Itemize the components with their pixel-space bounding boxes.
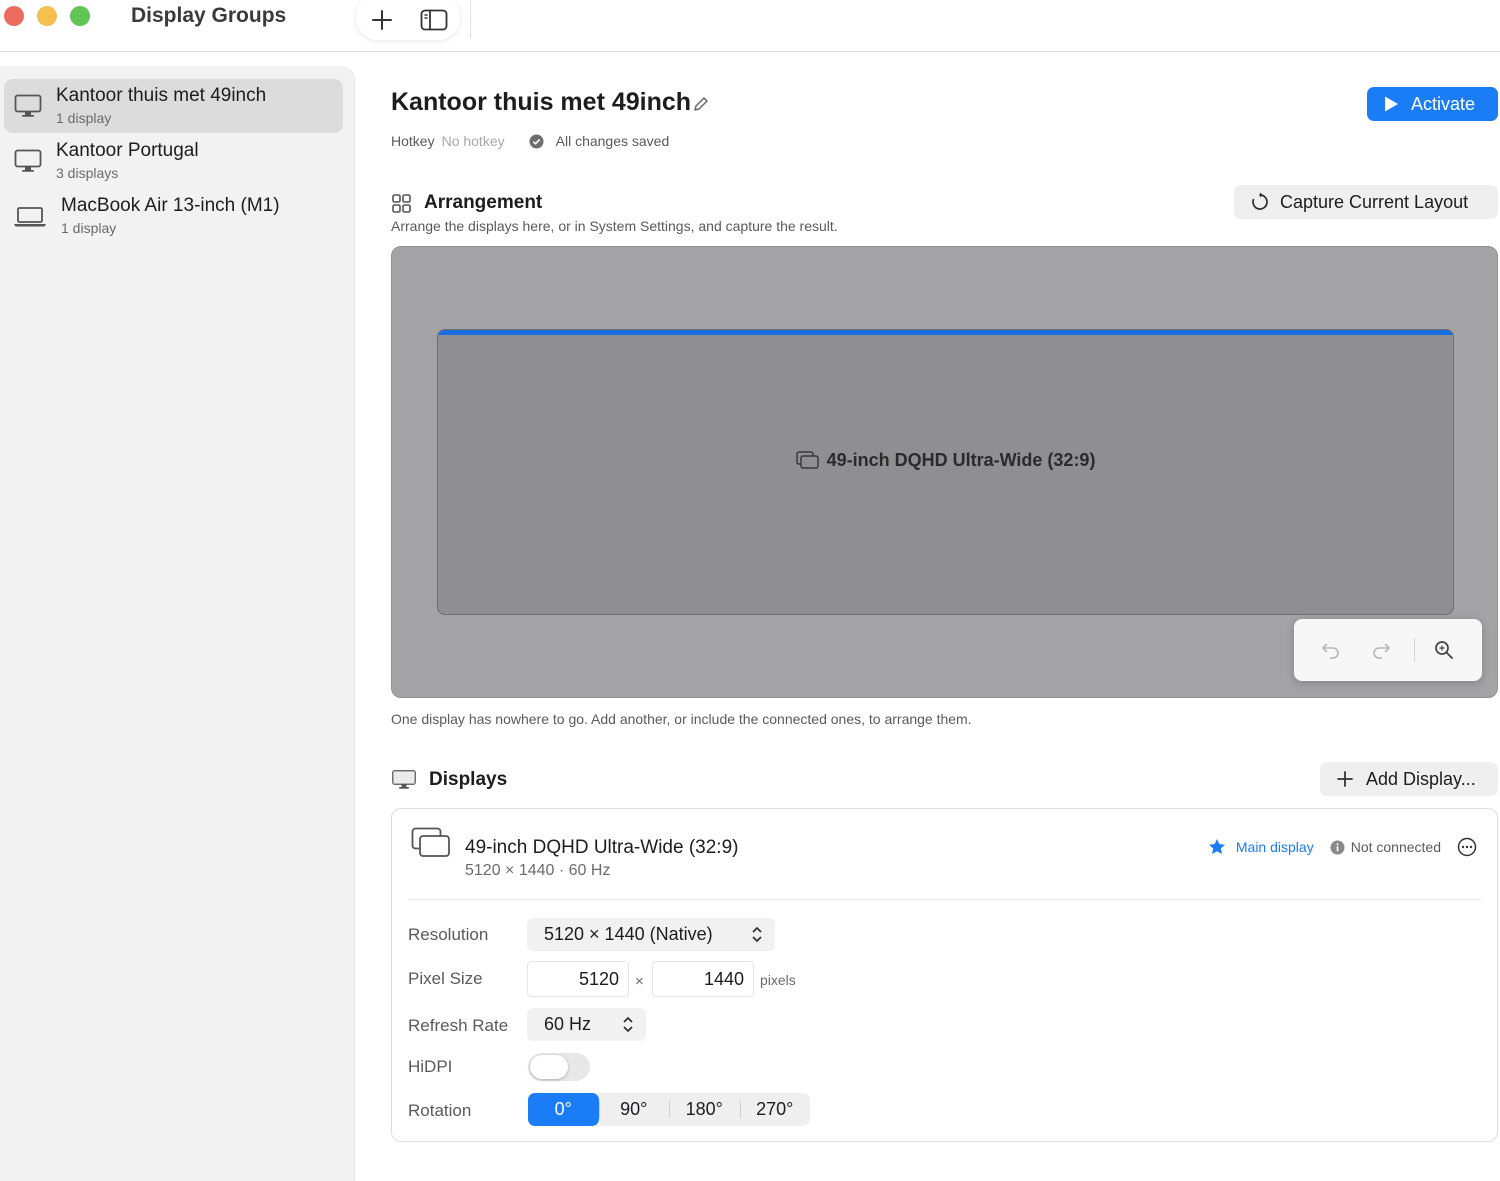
sidebar-item-subtitle: 1 display bbox=[61, 220, 117, 236]
ellipsis-circle-icon bbox=[1457, 837, 1477, 857]
toggle-knob bbox=[530, 1055, 568, 1079]
canvas-toolbar bbox=[1294, 619, 1482, 681]
hotkey-field[interactable]: No hotkey bbox=[442, 133, 505, 149]
titlebar-bottom-border bbox=[0, 51, 1500, 52]
capture-layout-label: Capture Current Layout bbox=[1280, 191, 1469, 212]
rotation-segmented-control: 0° 90° 180° 270° bbox=[528, 1093, 810, 1126]
hotkey-row: Hotkey No hotkey All changes saved bbox=[391, 133, 669, 149]
close-window-button[interactable] bbox=[4, 6, 24, 26]
times-symbol: × bbox=[635, 973, 644, 990]
zoom-window-button[interactable] bbox=[70, 6, 90, 26]
hidpi-toggle[interactable] bbox=[528, 1053, 590, 1081]
edit-name-button[interactable] bbox=[692, 95, 710, 118]
plus-icon bbox=[372, 10, 392, 30]
resolution-label: Resolution bbox=[408, 925, 489, 944]
toolbar-separator bbox=[1414, 638, 1415, 662]
pixel-height-input[interactable] bbox=[652, 961, 754, 997]
undo-icon bbox=[1322, 643, 1339, 659]
refresh-rate-label: Refresh Rate bbox=[408, 1016, 509, 1035]
display-tile-name: 49-inch DQHD Ultra-Wide (32:9) bbox=[826, 450, 1096, 470]
play-icon bbox=[1385, 96, 1398, 112]
sidebar-icon bbox=[420, 9, 448, 31]
plus-icon bbox=[1337, 771, 1353, 787]
sidebar-item-kantoor-portugal[interactable]: Kantoor Portugal 3 displays bbox=[4, 134, 343, 188]
main-display-label[interactable]: Main display bbox=[1236, 839, 1314, 855]
more-options-button[interactable] bbox=[1457, 837, 1477, 857]
zoom-fit-button[interactable] bbox=[1429, 635, 1459, 665]
rotation-option-180[interactable]: 180° bbox=[669, 1093, 740, 1126]
activate-label: Activate bbox=[1411, 93, 1476, 114]
desktop-monitor-icon bbox=[14, 94, 42, 117]
star-icon bbox=[1208, 839, 1225, 854]
sidebar-item-subtitle: 3 displays bbox=[56, 165, 119, 181]
chevron-up-down-icon bbox=[623, 1017, 633, 1032]
sidebar-item-macbook-air[interactable]: MacBook Air 13-inch (M1) 1 display bbox=[4, 189, 343, 243]
refresh-rate-value: 60 Hz bbox=[544, 1014, 592, 1034]
displays-title: Displays bbox=[429, 769, 508, 790]
sidebar: Kantoor thuis met 49inch 1 display Kanto… bbox=[0, 66, 355, 1181]
window-title: Display Groups bbox=[131, 4, 287, 27]
titlebar-toolbar bbox=[356, 0, 460, 40]
displays-icon bbox=[411, 827, 450, 857]
undo-button[interactable] bbox=[1316, 635, 1346, 665]
sidebar-item-name: MacBook Air 13-inch (M1) bbox=[61, 195, 280, 216]
checkmark-circle-icon bbox=[529, 134, 544, 149]
display-status: Main display Not connected bbox=[1208, 837, 1477, 857]
save-status: All changes saved bbox=[555, 133, 670, 149]
capture-layout-button[interactable]: Capture Current Layout bbox=[1234, 185, 1498, 219]
connection-status: Not connected bbox=[1350, 839, 1441, 855]
add-display-button[interactable]: Add Display... bbox=[1320, 762, 1498, 796]
display-name: 49-inch DQHD Ultra-Wide (32:9) bbox=[465, 837, 739, 858]
menubar-indicator bbox=[438, 330, 1453, 335]
minimize-window-button[interactable] bbox=[37, 6, 57, 26]
redo-icon bbox=[1373, 643, 1390, 659]
card-divider bbox=[408, 899, 1481, 900]
hotkey-label: Hotkey bbox=[391, 133, 435, 149]
activate-button[interactable]: Activate bbox=[1367, 87, 1498, 121]
grid-icon bbox=[392, 194, 411, 213]
rotation-option-270[interactable]: 270° bbox=[739, 1093, 811, 1126]
display-card: 49-inch DQHD Ultra-Wide (32:9) 5120 × 14… bbox=[391, 808, 1498, 1142]
sidebar-item-name: Kantoor thuis met 49inch bbox=[56, 85, 267, 106]
pixels-unit: pixels bbox=[760, 972, 796, 988]
sidebar-item-name: Kantoor Portugal bbox=[56, 140, 199, 161]
rotation-option-90[interactable]: 90° bbox=[598, 1093, 670, 1126]
sidebar-item-subtitle: 1 display bbox=[56, 110, 112, 126]
refresh-icon bbox=[1252, 192, 1268, 210]
add-display-label: Add Display... bbox=[1366, 768, 1476, 789]
resolution-value: 5120 × 1440 (Native) bbox=[544, 924, 713, 944]
window-controls bbox=[4, 6, 90, 26]
page-title: Kantoor thuis met 49inch bbox=[391, 88, 692, 116]
display-specs: 5120 × 1440 · 60 Hz bbox=[465, 862, 611, 879]
magnifier-icon bbox=[1435, 641, 1453, 659]
rotation-label: Rotation bbox=[408, 1101, 472, 1120]
pixel-size-label: Pixel Size bbox=[408, 969, 483, 988]
info-icon bbox=[1330, 840, 1345, 855]
refresh-rate-select[interactable]: 60 Hz bbox=[527, 1008, 646, 1041]
sidebar-item-kantoor-thuis[interactable]: Kantoor thuis met 49inch 1 display bbox=[4, 79, 343, 133]
toggle-sidebar-button[interactable] bbox=[416, 3, 452, 37]
chevron-up-down-icon bbox=[752, 927, 762, 942]
arrangement-title: Arrangement bbox=[424, 192, 543, 213]
arrangement-canvas[interactable]: 49-inch DQHD Ultra-Wide (32:9) bbox=[391, 246, 1498, 698]
resolution-select[interactable]: 5120 × 1440 (Native) bbox=[527, 918, 775, 951]
arrangement-description: Arrange the displays here, or in System … bbox=[391, 218, 838, 234]
hidpi-label: HiDPI bbox=[408, 1057, 453, 1076]
arrangement-note: One display has nowhere to go. Add anoth… bbox=[391, 711, 972, 727]
redo-button[interactable] bbox=[1366, 635, 1396, 665]
rotation-option-0[interactable]: 0° bbox=[528, 1093, 599, 1126]
desktop-monitor-icon bbox=[14, 149, 42, 172]
laptop-icon bbox=[14, 207, 46, 227]
display-tile[interactable]: 49-inch DQHD Ultra-Wide (32:9) bbox=[437, 329, 1454, 615]
display-tile-label: 49-inch DQHD Ultra-Wide (32:9) bbox=[438, 450, 1453, 471]
pixel-width-input[interactable] bbox=[527, 961, 629, 997]
desktop-monitor-icon bbox=[392, 770, 416, 789]
displays-icon bbox=[795, 451, 819, 469]
titlebar-divider bbox=[470, 0, 471, 38]
pencil-icon bbox=[694, 97, 708, 111]
add-group-button[interactable] bbox=[364, 3, 400, 37]
